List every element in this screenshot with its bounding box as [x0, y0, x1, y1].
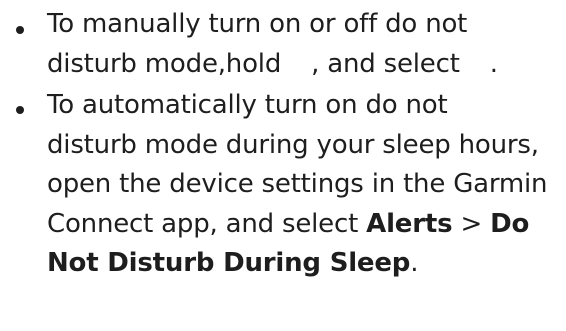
text-line: To automatically turn on do not [47, 90, 448, 120]
text-line: Not Disturb During Sleep. [47, 244, 566, 284]
list-item-manual-dnd: To manually turn on or off do not distur… [0, 0, 566, 84]
text-line: disturb mode,hold , and select. [47, 45, 566, 85]
text-segment: disturb mode,hold [47, 48, 282, 79]
text-line: open the device settings in the Garmin [47, 169, 548, 199]
menu-item-alerts: Alerts [366, 208, 453, 239]
text-segment: , and select [311, 48, 460, 79]
bullet-icon [16, 106, 24, 114]
menu-item-do: Do [490, 208, 530, 239]
path-separator: > [460, 208, 483, 239]
text-segment: . [489, 48, 498, 79]
text-line: To manually turn on or off do not [47, 9, 468, 39]
bullet-icon [16, 26, 24, 34]
text-segment: . [410, 248, 419, 278]
text-line: Connect app, and select Alerts > Do [47, 205, 566, 245]
instruction-list: To manually turn on or off do not distur… [0, 0, 566, 284]
text-segment: Connect app, and select [47, 208, 359, 239]
text-line: disturb mode during your sleep hours, [47, 129, 539, 160]
list-item-auto-dnd: To automatically turn on do not disturb … [0, 86, 566, 284]
menu-item-not-disturb-during-sleep: Not Disturb During Sleep [47, 248, 411, 278]
